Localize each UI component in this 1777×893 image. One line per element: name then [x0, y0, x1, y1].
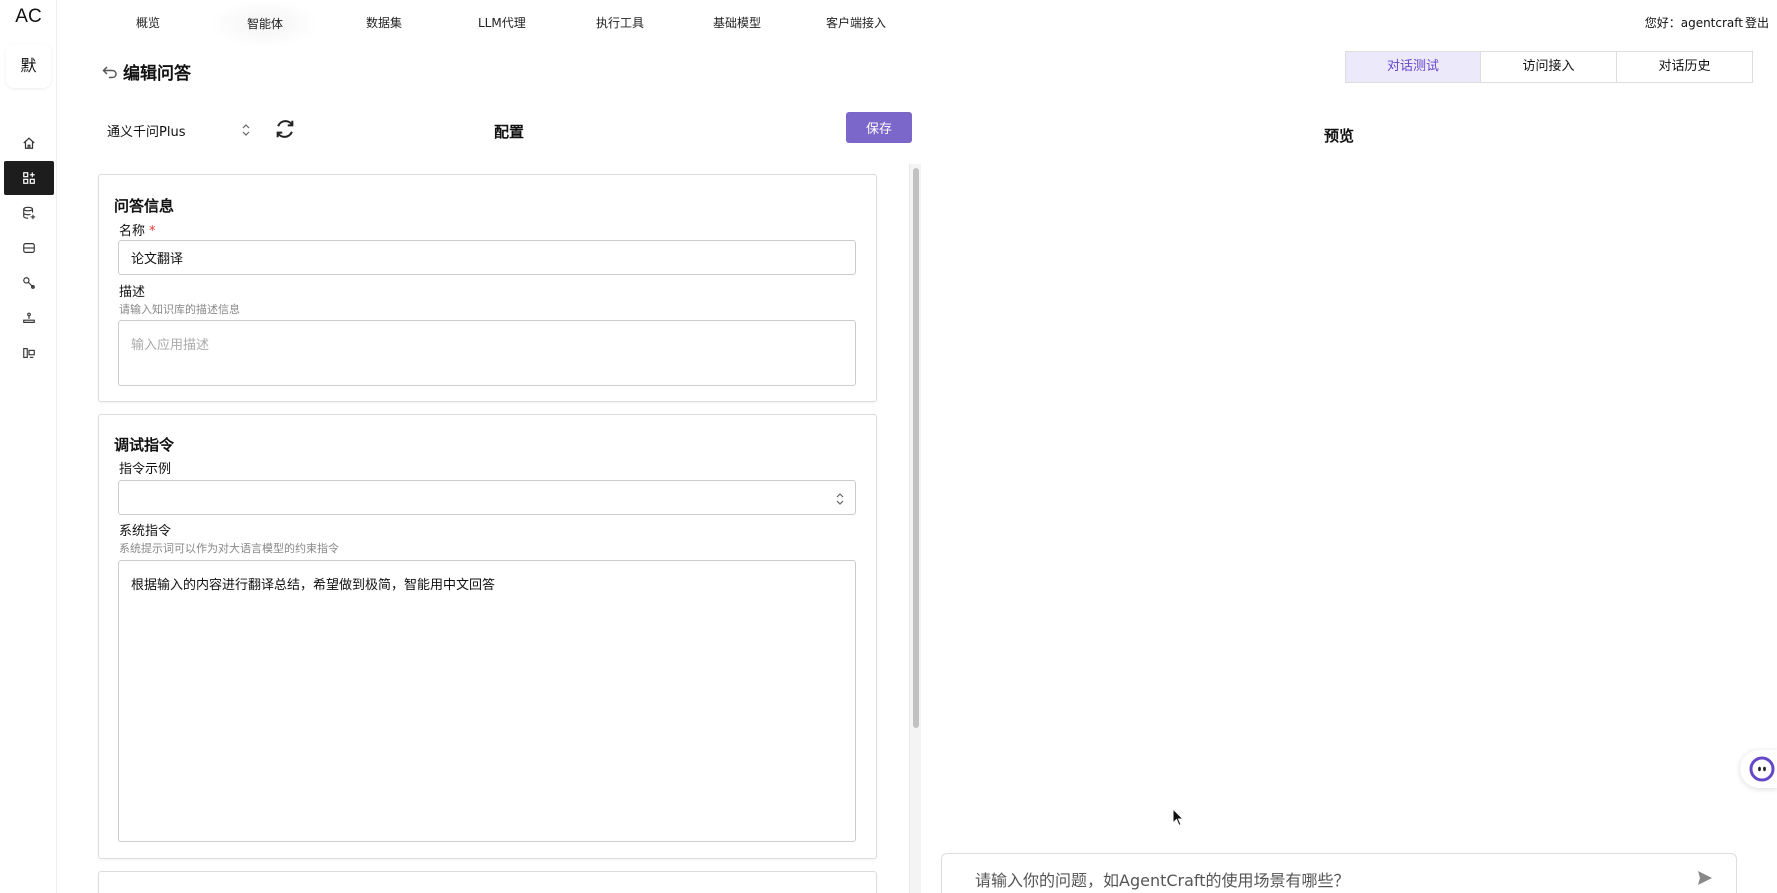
tool-icon — [23, 277, 35, 289]
model-select-value: 通义千问Plus — [107, 124, 186, 140]
dataset-add-icon — [23, 206, 36, 220]
nav-overview[interactable]: 概览 — [136, 14, 160, 31]
name-input[interactable]: 论文翻译 — [118, 240, 856, 275]
system-label: 系统指令 — [119, 524, 172, 539]
model-select[interactable]: 通义千问Plus — [101, 114, 256, 146]
system-textarea[interactable]: 根据输入的内容进行翻译总结，希望做到极简，智能用中文回答 — [118, 560, 856, 842]
chevron-updown-icon — [836, 493, 844, 505]
avatar[interactable]: 默 — [6, 44, 51, 88]
chat-input-placeholder: 请输入你的问题，如AgentCraft的使用场景有哪些？ — [975, 871, 1350, 890]
debug-title: 调试指令 — [114, 436, 175, 454]
nav-datasets[interactable]: 数据集 — [366, 14, 402, 31]
next-card — [98, 871, 877, 893]
name-label-text: 名称 — [119, 224, 146, 239]
agent-grid-icon — [23, 172, 35, 184]
user-greeting: 您好：agentcraft — [1644, 16, 1743, 30]
chevron-updown-icon — [242, 124, 250, 136]
example-select[interactable] — [118, 480, 856, 515]
page-title: 编辑问答 — [123, 64, 191, 84]
left-rail: AC 默 — [0, 0, 57, 893]
sidebar-tool-button[interactable] — [4, 266, 54, 300]
system-textarea-value: 根据输入的内容进行翻译总结，希望做到极简，智能用中文回答 — [131, 578, 496, 593]
sidebar-agent-button[interactable] — [4, 161, 54, 195]
refresh-icon[interactable] — [274, 118, 296, 140]
sidebar-home-button[interactable] — [4, 126, 54, 160]
desc-textarea[interactable]: 输入应用描述 — [118, 320, 856, 386]
model-icon — [23, 312, 35, 323]
client-icon — [23, 348, 35, 358]
back-arrow-icon — [102, 65, 117, 78]
nav-tools[interactable]: 执行工具 — [596, 14, 644, 31]
send-icon[interactable] — [1696, 869, 1714, 887]
required-mark: * — [149, 224, 156, 239]
config-label: 配置 — [494, 123, 525, 141]
sidebar-model-button[interactable] — [4, 301, 54, 335]
name-input-value: 论文翻译 — [131, 252, 184, 267]
scrollbar-thumb[interactable] — [913, 168, 919, 728]
chat-input[interactable]: 请输入你的问题，如AgentCraft的使用场景有哪些？ — [941, 853, 1737, 893]
qa-info-card: 问答信息 名称 * 论文翻译 描述 请输入知识库的描述信息 输入应用描述 — [98, 174, 877, 402]
home-icon — [23, 137, 35, 149]
debug-card: 调试指令 指令示例 系统指令 系统提示词可以作为对大语言模型的约束指令 根据输入… — [98, 414, 877, 859]
preview-label: 预览 — [1324, 127, 1355, 145]
view-tabs: 对话测试 访问接入 对话历史 — [1345, 51, 1753, 83]
save-button[interactable]: 保存 — [846, 112, 912, 143]
tab-chat-history[interactable]: 对话历史 — [1617, 51, 1753, 83]
system-hint: 系统提示词可以作为对大语言模型的约束指令 — [119, 542, 339, 555]
name-label: 名称 * — [119, 220, 156, 239]
back-button[interactable]: 编辑问答 — [101, 59, 191, 84]
sidebar-client-button[interactable] — [4, 336, 54, 370]
qa-info-title: 问答信息 — [114, 197, 175, 215]
assistant-float-button[interactable] — [1740, 750, 1777, 788]
nav-llm-proxy[interactable]: LLM代理 — [478, 14, 526, 31]
mouse-cursor-icon — [1172, 808, 1184, 827]
logout-link[interactable]: 登出 — [1745, 14, 1769, 31]
desc-hint: 请输入知识库的描述信息 — [119, 303, 240, 316]
tab-chat-test[interactable]: 对话测试 — [1345, 51, 1481, 83]
sidebar-dataset-button[interactable] — [4, 196, 54, 230]
top-nav: 概览 智能体 数据集 LLM代理 执行工具 基础模型 客户端接入 您好：agen… — [57, 0, 1777, 48]
desc-placeholder: 输入应用描述 — [131, 338, 210, 353]
storage-icon — [23, 243, 35, 253]
example-label: 指令示例 — [119, 462, 172, 477]
nav-base-models[interactable]: 基础模型 — [713, 14, 761, 31]
config-scrollbar[interactable] — [909, 164, 921, 893]
nav-agents[interactable]: 智能体 — [210, 0, 320, 48]
assistant-bot-icon — [1749, 756, 1775, 782]
desc-label: 描述 — [119, 285, 146, 300]
tab-access[interactable]: 访问接入 — [1481, 51, 1617, 83]
nav-client-access[interactable]: 客户端接入 — [826, 14, 886, 31]
brand-logo: AC — [15, 6, 42, 27]
sidebar-storage-button[interactable] — [4, 231, 54, 265]
